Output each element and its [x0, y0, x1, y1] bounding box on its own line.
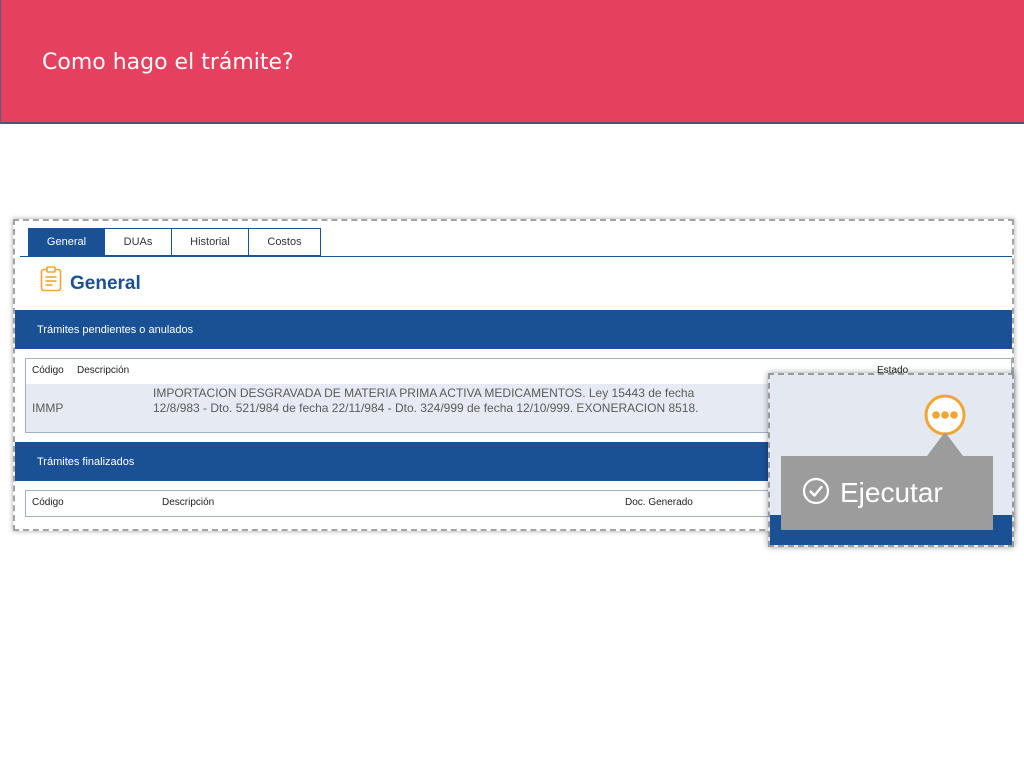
finished-section-title: Trámites finalizados [37, 455, 135, 468]
column-header-codigo: Código [32, 497, 64, 508]
zoom-callout: Ejecutar [768, 373, 1014, 547]
column-header-doc-generado: Doc. Generado [625, 497, 693, 508]
tab-bar: General DUAs Historial Costos [28, 228, 321, 256]
tab-costos[interactable]: Costos [249, 228, 321, 256]
tab-divider [20, 256, 1012, 257]
clipboard-icon [40, 266, 62, 292]
tooltip-arrow [927, 432, 963, 456]
execute-action-button[interactable]: Ejecutar [781, 456, 993, 530]
execute-label: Ejecutar [840, 477, 943, 508]
slide-title: Como hago el trámite? [42, 50, 294, 75]
tab-duas[interactable]: DUAs [105, 228, 172, 256]
check-circle-icon [802, 477, 830, 505]
pending-section-title: Trámites pendientes o anulados [37, 323, 194, 336]
section-title: General [70, 273, 141, 294]
slide-header: Como hago el trámite? [0, 0, 1024, 124]
row-code: IMMP [32, 401, 64, 415]
more-options-icon[interactable] [923, 393, 967, 437]
column-header-codigo: Código [32, 365, 64, 376]
tab-general[interactable]: General [28, 228, 105, 256]
column-header-descripcion: Descripción [162, 497, 215, 508]
column-header-descripcion: Descripción [77, 365, 130, 376]
row-description: IMPORTACION DESGRAVADA DE MATERIA PRIMA … [153, 386, 699, 415]
pending-section-header: Trámites pendientes o anulados [15, 310, 1012, 349]
tab-historial[interactable]: Historial [172, 228, 249, 256]
